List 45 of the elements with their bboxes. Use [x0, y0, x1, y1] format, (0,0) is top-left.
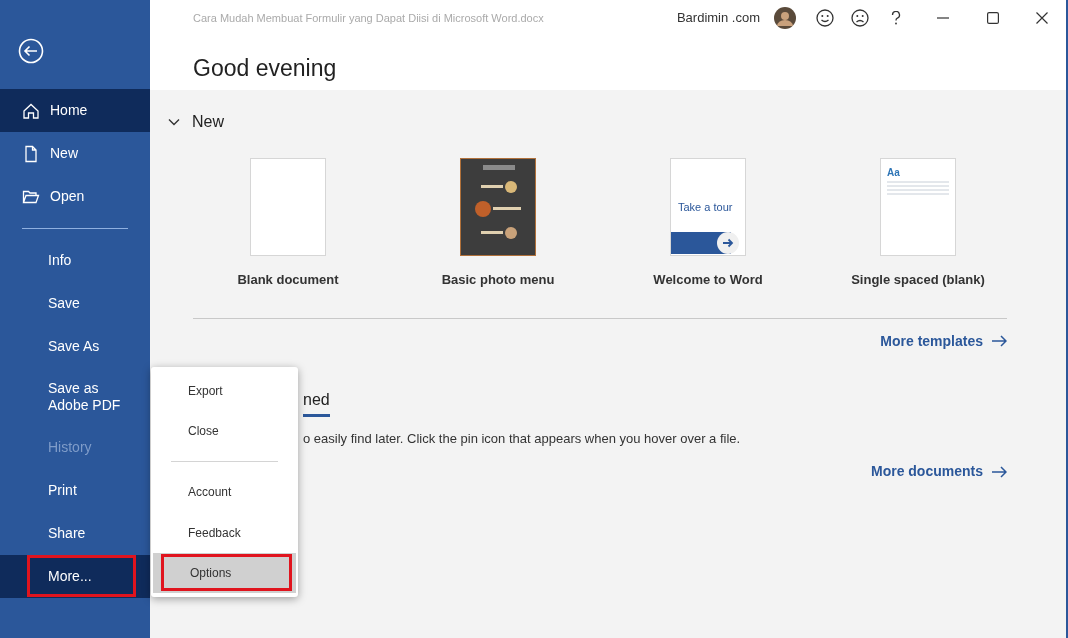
sidebar-item[interactable]: Print	[0, 469, 150, 512]
frown-icon[interactable]	[851, 9, 869, 27]
menu-item[interactable]: Account	[151, 472, 298, 513]
account-name: Bardimin .com	[676, 9, 760, 28]
help-icon[interactable]	[891, 11, 901, 25]
section-heading: New	[192, 112, 224, 132]
sidebar-item[interactable]: Home	[0, 89, 150, 132]
more-documents-link[interactable]: More documents	[871, 461, 1007, 482]
tab[interactable]: ned	[303, 387, 330, 417]
sidebar-item[interactable]: Save	[0, 282, 150, 325]
greeting: Good evening	[193, 54, 338, 83]
hint-text: o easily find later. Click the pin icon that appears when you hover over a file.	[303, 429, 742, 448]
document-title: Cara Mudah Membuat Formulir yang Dapat Diisi di Microsoft Word.docx	[193, 10, 544, 26]
sidebar-item[interactable]: New	[0, 132, 150, 175]
thumbnail-text: Aa	[887, 166, 900, 180]
menu-item[interactable]: Close	[151, 411, 298, 452]
template-thumbnail[interactable]: Aa	[880, 158, 956, 256]
document-icon	[22, 144, 40, 163]
smile-icon[interactable]	[816, 9, 834, 27]
more-templates-link[interactable]: More templates	[880, 330, 1007, 352]
template-label[interactable]: Blank document	[237, 270, 339, 290]
sidebar-item[interactable]: More...	[0, 555, 150, 598]
sidebar-item[interactable]: Share	[0, 512, 150, 555]
sidebar-item[interactable]: Open	[0, 175, 150, 218]
sidebar-item[interactable]: Info	[0, 239, 150, 282]
home-icon	[22, 101, 40, 120]
maximize-icon[interactable]	[987, 12, 999, 24]
menu-item[interactable]: Options	[153, 552, 296, 593]
template-thumbnail[interactable]	[250, 158, 326, 256]
back-icon[interactable]	[18, 37, 44, 64]
template-thumbnail[interactable]: Take a tour	[670, 158, 746, 256]
avatar-icon[interactable]	[774, 7, 796, 29]
template-label[interactable]: Welcome to Word	[653, 270, 763, 290]
arrow-icon	[991, 463, 1007, 480]
text-lines-icon	[887, 181, 949, 195]
sidebar-item[interactable]: Save as Adobe PDF	[0, 368, 150, 426]
sidebar-item[interactable]: Save As	[0, 325, 150, 368]
menu-item[interactable]: Feedback	[151, 512, 298, 553]
thumbnail-text: Take a tour	[678, 200, 733, 215]
template-label[interactable]: Single spaced (blank)	[851, 270, 985, 290]
menu-item[interactable]: Export	[151, 371, 298, 412]
chevron-icon[interactable]	[168, 118, 180, 126]
close-icon[interactable]	[1036, 12, 1048, 24]
template-label[interactable]: Basic photo menu	[441, 270, 555, 290]
arrow-icon	[991, 333, 1007, 349]
